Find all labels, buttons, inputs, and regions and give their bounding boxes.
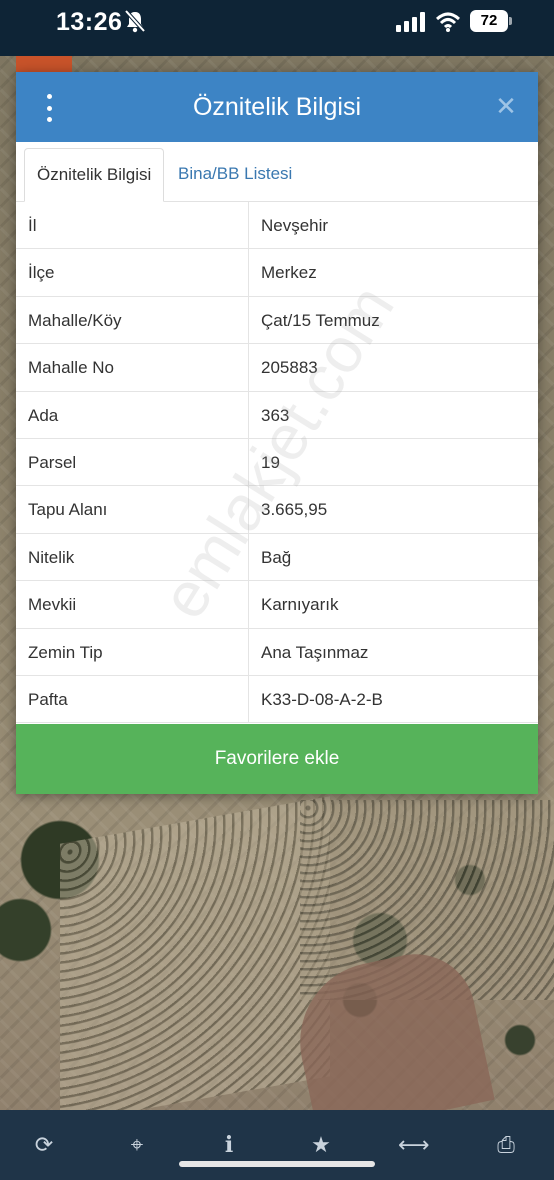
map-field <box>60 796 330 1124</box>
modal-header: Öznitelik Bilgisi ✕ <box>16 72 538 142</box>
row-value: Merkez <box>261 263 317 283</box>
row-value: 363 <box>261 405 290 425</box>
table-row: Zemin Tip Ana Taşınmaz <box>16 628 538 676</box>
row-key: Ada <box>16 391 249 438</box>
signal-icon <box>396 12 425 32</box>
star-icon[interactable]: ★ <box>306 1130 336 1160</box>
row-key: Pafta <box>16 675 249 723</box>
table-row: İlçe Merkez <box>16 249 538 297</box>
row-value: 3.665,95 <box>261 500 328 520</box>
table-row: Mevkii Karnıyarık <box>16 581 538 629</box>
attribute-info-modal: Öznitelik Bilgisi ✕ Öznitelik Bilgisi Bi… <box>16 72 538 794</box>
print-icon[interactable]: ⎙ <box>491 1130 521 1160</box>
table-row: Nitelik Bağ <box>16 533 538 582</box>
table-row: Mahalle No 205883 <box>16 344 538 392</box>
bell-off-icon <box>124 9 146 33</box>
bottom-toolbar: ⟳ ⌖ i ★ ⟷ ⎙ <box>0 1110 554 1180</box>
table-row: Parsel 19 <box>16 438 538 487</box>
table-row: Ada 363 <box>16 391 538 439</box>
wifi-icon <box>436 12 460 32</box>
status-bar: 13:26 72 <box>0 0 554 56</box>
row-key: İl <box>16 202 249 249</box>
row-key: Tapu Alanı <box>16 486 249 533</box>
row-key: Mahalle/Köy <box>16 296 249 344</box>
row-value: 205883 <box>261 358 318 378</box>
modal-title: Öznitelik Bilgisi <box>192 93 362 121</box>
row-value: Çat/15 Temmuz <box>261 310 380 330</box>
row-key: Parsel <box>16 438 249 486</box>
row-key: Mahalle No <box>16 344 249 391</box>
attribute-table: İl Nevşehir İlçe Merkez Mahalle/Köy Çat/… <box>16 202 538 724</box>
table-row: Mahalle/Köy Çat/15 Temmuz <box>16 296 538 345</box>
row-key: Nitelik <box>16 533 249 581</box>
row-value: 19 <box>261 452 280 472</box>
locate-icon[interactable]: ⌖ <box>122 1130 152 1160</box>
add-to-favorites-button[interactable]: Favorilere ekle <box>16 724 538 794</box>
table-row: Tapu Alanı 3.665,95 <box>16 486 538 534</box>
tab-bar: Öznitelik Bilgisi Bina/BB Listesi <box>16 142 538 202</box>
info-icon[interactable]: i <box>214 1130 244 1160</box>
battery-indicator: 72 <box>470 10 512 32</box>
tab-attribute-info[interactable]: Öznitelik Bilgisi <box>24 148 165 202</box>
tab-building-list[interactable]: Bina/BB Listesi <box>166 148 304 202</box>
status-time: 13:26 <box>56 8 123 36</box>
table-row: İl Nevşehir <box>16 202 538 250</box>
row-key: Mevkii <box>16 581 249 628</box>
row-key: Zemin Tip <box>16 628 249 675</box>
row-key: İlçe <box>16 249 249 296</box>
refresh-icon[interactable]: ⟳ <box>29 1130 59 1160</box>
row-value: Nevşehir <box>261 216 329 235</box>
close-icon[interactable]: ✕ <box>492 92 520 120</box>
row-value: Bağ <box>261 547 292 567</box>
home-indicator <box>179 1161 375 1167</box>
row-value: Karnıyarık <box>261 595 339 615</box>
row-value: Ana Taşınmaz <box>261 642 369 662</box>
measure-icon[interactable]: ⟷ <box>398 1130 430 1160</box>
table-row: Pafta K33-D-08-A-2-B <box>16 675 538 724</box>
row-value: K33-D-08-A-2-B <box>261 689 383 709</box>
